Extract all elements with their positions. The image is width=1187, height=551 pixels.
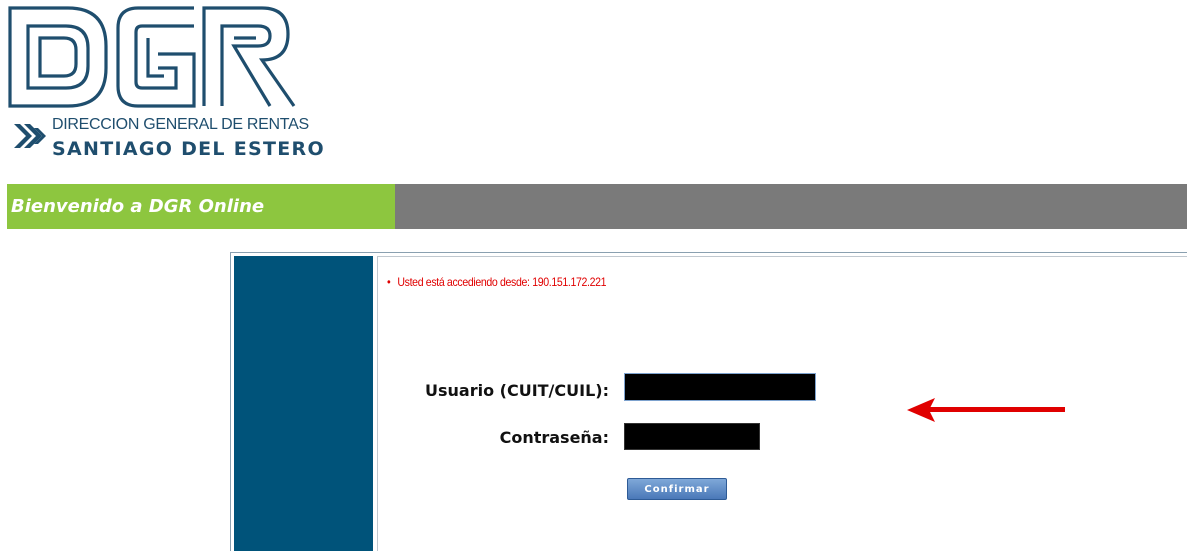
welcome-bar: Bienvenido a DGR Online	[7, 184, 1187, 229]
welcome-title: Bienvenido a DGR Online	[11, 196, 265, 217]
dgr-logo: DIRECCION GENERAL DE RENTAS SANTIAGO DEL…	[8, 6, 324, 162]
password-input[interactable]	[624, 423, 760, 450]
user-label: Usuario (CUIT/CUIL):	[425, 381, 609, 400]
logo-line-2: SANTIAGO DEL ESTERO	[52, 138, 325, 160]
chevron-arrows-icon	[12, 118, 50, 154]
logo-line-1: DIRECCION GENERAL DE RENTAS	[52, 116, 309, 133]
password-label: Contraseña:	[499, 428, 609, 447]
dgr-letters-logo-icon	[8, 6, 296, 108]
welcome-accent: Bienvenido a DGR Online	[7, 184, 395, 229]
red-arrow-left-icon	[905, 396, 1067, 428]
login-side-panel	[234, 256, 373, 551]
page: DIRECCION GENERAL DE RENTAS SANTIAGO DEL…	[0, 0, 1187, 551]
confirm-button[interactable]: Confirmar	[627, 478, 727, 500]
bullet-icon: •	[387, 275, 391, 289]
ip-notice: • Usted está accediendo desde: 190.151.17…	[387, 275, 607, 289]
ip-notice-text: Usted está accediendo desde: 190.151.172…	[397, 275, 607, 289]
user-input[interactable]	[624, 373, 816, 401]
